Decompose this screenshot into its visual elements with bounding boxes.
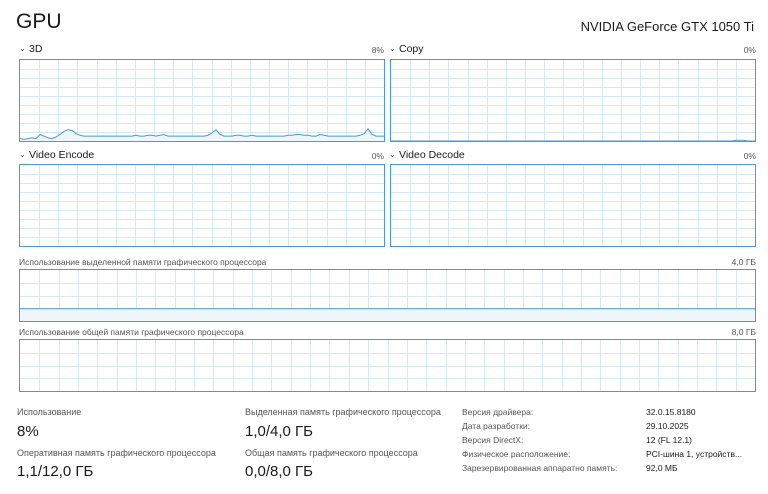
utilization-label: Использование <box>17 407 82 417</box>
graph-video-encode-header[interactable]: ⌄ Video Encode <box>19 149 94 161</box>
dedicated-memory-label: Использование выделенной памяти графичес… <box>19 257 267 267</box>
driver-version-value: 32.0.15.8180 <box>646 407 696 417</box>
graph-video-decode-plot <box>391 165 755 246</box>
dedicated-memory-plot <box>20 270 755 321</box>
dedicated-memory-max: 4,0 ГБ <box>731 257 756 267</box>
memory-fill <box>20 308 755 321</box>
physical-location-label: Физическое расположение: <box>462 449 571 459</box>
graph-video-encode-percent: 0% <box>371 151 384 161</box>
graph-video-decode[interactable] <box>390 164 756 247</box>
graph-3d-header[interactable]: ⌄ 3D <box>19 43 42 55</box>
graph-3d[interactable] <box>19 59 385 142</box>
driver-date-label: Дата разработки: <box>462 421 531 431</box>
page-title: GPU <box>16 10 62 33</box>
shared-memory-plot <box>20 340 755 391</box>
driver-date-value: 29.10.2025 <box>646 421 689 431</box>
gpu-mem-stat-label: Оперативная память графического процессо… <box>17 448 216 458</box>
shared-memory-label: Использование общей памяти графического … <box>19 327 244 337</box>
reserved-memory-value: 92,0 МБ <box>646 463 678 473</box>
series-area <box>20 128 384 141</box>
graph-video-decode-percent: 0% <box>743 151 756 161</box>
graph-3d-label: 3D <box>29 43 43 55</box>
grid <box>20 340 755 391</box>
grid <box>20 60 384 141</box>
shared-mem-stat-value: 0,0/8,0 ГБ <box>245 463 314 480</box>
directx-version-label: Версия DirectX: <box>462 435 524 445</box>
shared-memory-graph[interactable] <box>19 339 756 392</box>
physical-location-value: PCI-шина 1, устройств... <box>646 449 743 459</box>
graph-3d-percent: 8% <box>371 45 384 55</box>
graph-video-decode-header[interactable]: ⌄ Video Decode <box>389 149 465 161</box>
graph-copy-label: Copy <box>399 43 424 55</box>
driver-version-label: Версия драйвера: <box>462 407 534 417</box>
graph-video-encode-label: Video Encode <box>29 149 95 161</box>
grid <box>391 60 755 141</box>
gpu-name: NVIDIA GeForce GTX 1050 Ti <box>580 19 754 34</box>
shared-memory-max: 8,0 ГБ <box>731 327 756 337</box>
gpu-mem-stat-value: 1,1/12,0 ГБ <box>17 463 94 480</box>
shared-mem-stat-label: Общая память графического процессора <box>245 448 418 458</box>
graph-copy-header[interactable]: ⌄ Copy <box>389 43 424 55</box>
directx-version-value: 12 (FL 12.1) <box>646 435 692 445</box>
reserved-memory-label: Зарезервированная аппаратно память: <box>462 463 618 473</box>
graph-copy[interactable] <box>390 59 756 142</box>
grid <box>20 165 384 246</box>
dedicated-mem-stat-label: Выделенная память графического процессор… <box>245 407 441 417</box>
chevron-down-icon[interactable]: ⌄ <box>19 44 29 53</box>
graph-video-encode-plot <box>20 165 384 246</box>
utilization-value: 8% <box>17 423 39 440</box>
graph-video-decode-label: Video Decode <box>399 149 465 161</box>
graph-video-encode[interactable] <box>19 164 385 247</box>
chevron-down-icon[interactable]: ⌄ <box>389 44 399 53</box>
graph-copy-percent: 0% <box>743 45 756 55</box>
dedicated-memory-graph[interactable] <box>19 269 756 322</box>
dedicated-mem-stat-value: 1,0/4,0 ГБ <box>245 423 314 440</box>
grid <box>391 165 755 246</box>
chevron-down-icon[interactable]: ⌄ <box>19 150 29 159</box>
graph-copy-plot <box>391 60 755 141</box>
chevron-down-icon[interactable]: ⌄ <box>389 150 399 159</box>
graph-3d-plot <box>20 60 384 141</box>
series-line <box>391 139 755 141</box>
